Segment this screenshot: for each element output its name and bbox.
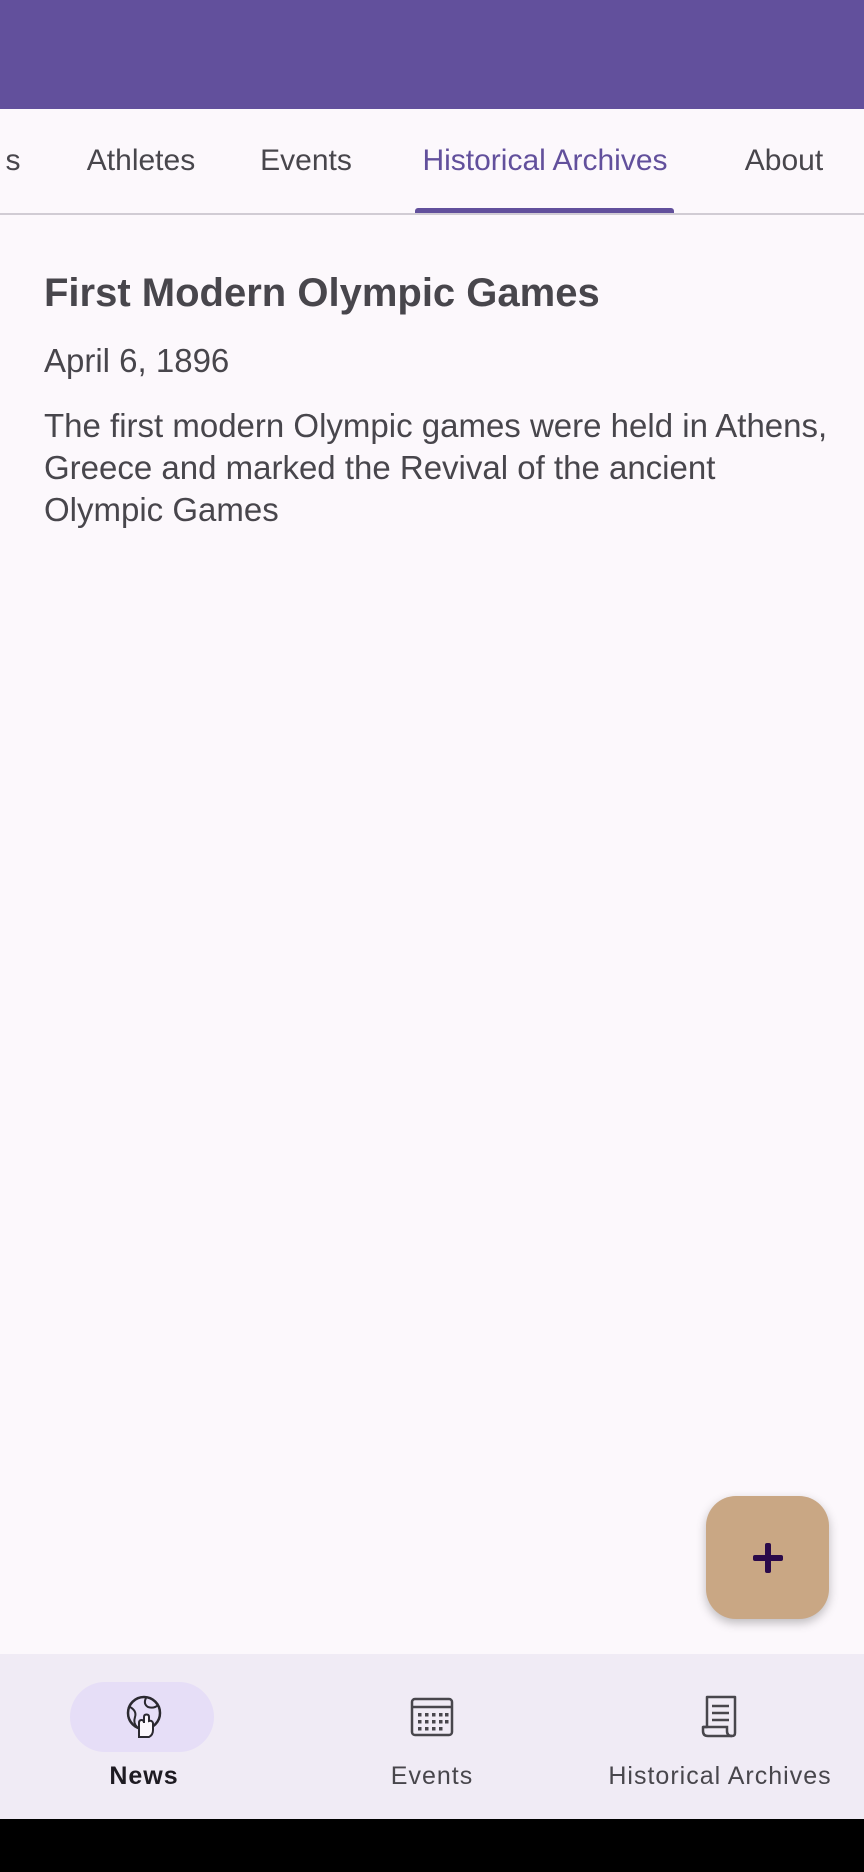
plus-icon [752,1542,783,1573]
nav-label-historical-archives: Historical Archives [608,1762,832,1790]
tab-athletes[interactable]: Athletes [58,109,224,213]
article-date: April 6, 1896 [44,342,230,379]
globe-hand-icon [126,1695,162,1738]
nav-label-news: News [109,1762,179,1790]
system-navigation-bar [0,1819,864,1872]
top-app-bar [0,0,864,109]
article-description: The first modern Olympic games were held… [44,407,828,528]
document-icon [701,1695,737,1738]
nav-label-events: Events [390,1762,474,1790]
top-tab-bar: s Athletes Events Historical Archives Ab… [0,109,864,215]
tab-historical-archives[interactable]: Historical Archives [400,109,690,213]
tab-about[interactable]: About [718,109,850,213]
tab-events[interactable]: Events [230,109,382,213]
tab-news-partial[interactable]: s [0,109,28,213]
nav-item-news[interactable]: News [0,1654,288,1819]
nav-item-historical-archives[interactable]: Historical Archives [576,1654,864,1819]
article-card: First Modern Olympic Games April 6, 1896… [44,213,834,531]
add-fab-button[interactable] [706,1496,829,1619]
bottom-navigation-bar: News Events Historical Archives [0,1654,864,1819]
calendar-icon [410,1697,454,1737]
nav-item-events[interactable]: Events [288,1654,576,1819]
article-title: First Modern Olympic Games [44,271,600,315]
